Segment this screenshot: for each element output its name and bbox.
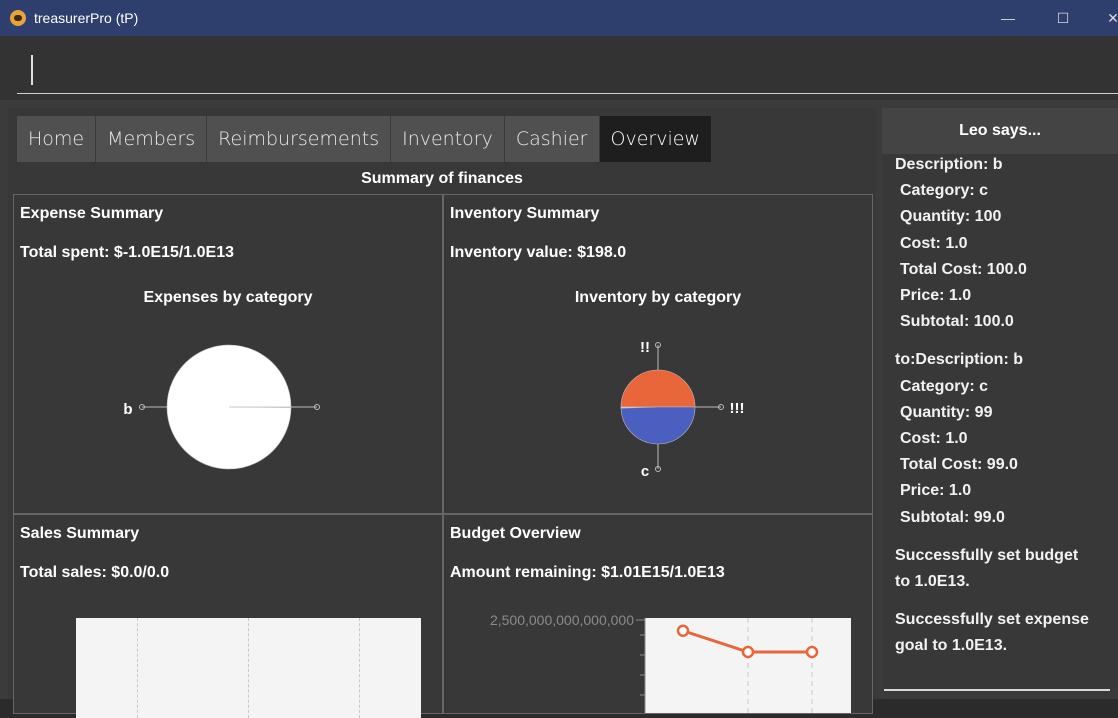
tab-inventory[interactable]: Inventory <box>391 116 505 162</box>
inventory-summary-panel: Inventory Summary Inventory value: $198.… <box>443 194 873 514</box>
log-line: Price: 1.0 <box>900 482 971 500</box>
pie-label: b <box>123 401 132 418</box>
pie-label: c <box>641 463 649 480</box>
log-line: Cost: 1.0 <box>900 430 968 448</box>
expense-pie-chart: b <box>14 195 442 513</box>
log-line: Total Cost: 99.0 <box>900 456 1018 474</box>
log-line: goal to 1.0E13. <box>895 637 1007 655</box>
tab-home[interactable]: Home <box>17 116 96 162</box>
sales-summary-title: Sales Summary <box>20 525 139 543</box>
command-input[interactable] <box>17 48 1118 94</box>
inventory-pie-chart: !!!!! c <box>444 195 872 513</box>
log-line: Successfully set budget <box>895 547 1078 565</box>
grid-line <box>137 618 138 718</box>
budget-overview-panel: Budget Overview Amount remaining: $1.01E… <box>443 514 873 714</box>
pie-label: !!! <box>730 400 745 417</box>
tab-overview[interactable]: Overview <box>600 116 712 162</box>
overview-title: Summary of finances <box>10 170 874 188</box>
minimize-icon[interactable]: — <box>985 0 1031 36</box>
sales-summary-panel: Sales Summary Total sales: $0.0/0.0 <box>13 514 443 714</box>
maximize-icon[interactable]: ☐ <box>1040 0 1086 36</box>
pie-slice <box>621 407 695 444</box>
log-line: Quantity: 99 <box>900 404 992 422</box>
tab-members[interactable]: Members <box>96 116 207 162</box>
grid-line <box>248 618 249 718</box>
title-bar: treasurerPro (tP) — ☐ ✕ <box>0 0 1118 36</box>
divider <box>884 689 1110 691</box>
budget-data-point <box>678 626 688 636</box>
log-line: Category: c <box>900 182 988 200</box>
expense-summary-panel: Expense Summary Total spent: $-1.0E15/1.… <box>13 194 443 514</box>
log-line: to:Description: b <box>895 351 1023 369</box>
pie-label: !! <box>640 339 650 356</box>
app-logo-icon <box>10 10 26 26</box>
budget-data-point <box>807 647 817 657</box>
log-line: Description: b <box>895 156 1003 174</box>
tab-cashier[interactable]: Cashier <box>505 116 600 162</box>
window-title: treasurerPro (tP) <box>34 10 138 26</box>
log-line: Successfully set expense <box>895 611 1089 629</box>
budget-line-chart: 2,500,000,000,000,000 <box>444 515 872 713</box>
log-line: Total Cost: 100.0 <box>900 261 1027 279</box>
budget-data-point <box>743 647 753 657</box>
log-line: to 1.0E13. <box>895 573 970 591</box>
log-line: Quantity: 100 <box>900 208 1001 226</box>
y-tick-label: 2,500,000,000,000,000 <box>490 612 634 628</box>
pie-slice <box>621 370 695 407</box>
leo-message-log: Description: b Category: c Quantity: 100 Co… <box>882 154 1118 689</box>
log-line: Subtotal: 100.0 <box>900 313 1014 331</box>
tab-reimbursements[interactable]: Reimbursements <box>207 116 391 162</box>
text-caret <box>31 55 33 85</box>
sales-chart-area <box>76 618 421 718</box>
log-line: Subtotal: 99.0 <box>900 509 1005 527</box>
tab-bar: Home Members Reimbursements Inventory Ca… <box>17 116 712 162</box>
close-icon[interactable]: ✕ <box>1090 0 1118 36</box>
command-bar <box>0 36 1118 100</box>
log-line: Cost: 1.0 <box>900 235 968 253</box>
grid-line <box>359 618 360 718</box>
leo-header: Leo says... <box>882 108 1118 154</box>
log-line: Category: c <box>900 378 988 396</box>
sales-total-text: Total sales: $0.0/0.0 <box>20 564 169 582</box>
log-line: Price: 1.0 <box>900 287 971 305</box>
